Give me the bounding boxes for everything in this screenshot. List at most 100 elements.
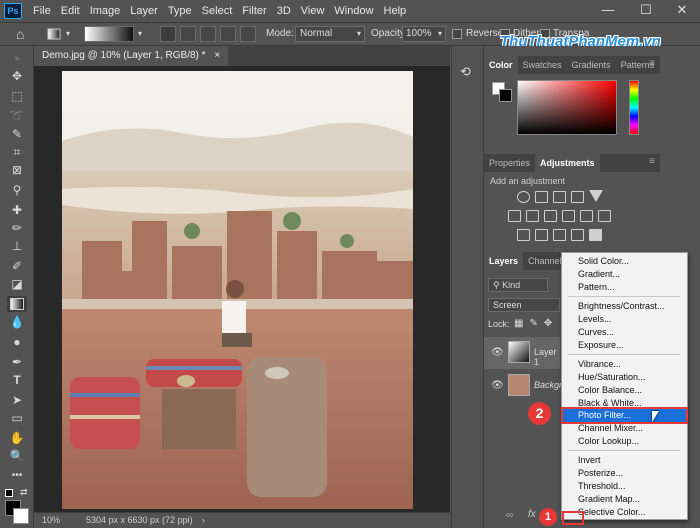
swap-colors-icon[interactable]: ⇄ [20,487,28,498]
reverse-checkbox[interactable] [452,29,462,39]
menu-item-color-lookup[interactable]: Color Lookup... [563,435,686,448]
document-photo[interactable] [62,71,413,509]
black-white-icon[interactable] [544,210,557,222]
canvas-area[interactable] [34,66,450,512]
brush-tool-icon[interactable]: ✏ [7,220,27,236]
menu-file[interactable]: File [28,0,56,22]
menu-view[interactable]: View [296,0,330,22]
menu-edit[interactable]: Edit [56,0,85,22]
radial-gradient-icon[interactable] [180,26,196,42]
menu-item-black-white[interactable]: Black & White... [563,397,686,410]
selective-color-icon[interactable] [589,229,602,241]
home-icon[interactable]: ⌂ [16,23,24,45]
menu-window[interactable]: Window [329,0,378,22]
tab-swatches[interactable]: Swatches [518,56,567,74]
menu-item-invert[interactable]: Invert [563,454,686,467]
chevron-down-icon[interactable]: ▾ [66,23,70,45]
menu-item-posterize[interactable]: Posterize... [563,467,686,480]
menu-item-channel-mixer[interactable]: Channel Mixer... [563,422,686,435]
default-colors-icon[interactable] [5,489,13,497]
photo-filter-icon[interactable] [562,210,575,222]
color-balance-icon[interactable] [526,210,539,222]
quick-select-tool-icon[interactable]: ✎ [7,126,27,142]
layer-filter-select[interactable]: ⚲ Kind [488,278,548,292]
menu-item-solid-color[interactable]: Solid Color... [563,255,686,268]
mode-select[interactable]: Normal ▾ [295,26,365,42]
color-field[interactable] [517,80,617,135]
blend-mode-select[interactable]: Screen [488,298,560,312]
lasso-tool-icon[interactable]: ➰ [7,108,27,124]
crop-tool-icon[interactable]: ⌗ [7,144,27,160]
zoom-tool-icon[interactable]: 🔍 [7,448,27,464]
history-panel-icon[interactable]: ⟲ [460,64,471,80]
gradient-map-icon[interactable] [571,229,584,241]
frame-tool-icon[interactable]: ⊠ [7,162,27,178]
gradient-tool-icon[interactable] [47,23,61,45]
brightness-adjustment-icon[interactable] [517,191,530,203]
maximize-button[interactable]: ☐ [628,0,664,22]
color-panel-menu-icon[interactable]: ≡ [649,58,655,69]
menu-item-curves[interactable]: Curves... [563,326,686,339]
background-swatch[interactable] [499,89,512,102]
eye-icon[interactable]: 👁 [491,347,504,358]
link-icon[interactable]: ∞ [506,510,513,521]
tab-gradients[interactable]: Gradients [567,56,616,74]
menu-item-brightness-contrast[interactable]: Brightness/Contrast... [563,300,686,313]
menu-help[interactable]: Help [379,0,412,22]
eraser-tool-icon[interactable]: ◪ [7,276,27,292]
reflected-gradient-icon[interactable] [220,26,236,42]
lock-icons[interactable]: ▦✎✥ [514,318,558,329]
hue-saturation-icon[interactable] [508,210,521,222]
curves-adjustment-icon[interactable] [553,191,566,203]
threshold-icon[interactable] [553,229,566,241]
menu-item-vibrance[interactable]: Vibrance... [563,358,686,371]
menu-item-gradient[interactable]: Gradient... [563,268,686,281]
menu-item-threshold[interactable]: Threshold... [563,480,686,493]
invert-icon[interactable] [517,229,530,241]
menu-item-hue-saturation[interactable]: Hue/Saturation... [563,371,686,384]
eye-icon[interactable]: 👁 [491,380,504,391]
gradient-picker-chevron-icon[interactable]: ▾ [138,23,142,45]
minimize-button[interactable]: — [590,0,626,22]
history-brush-icon[interactable]: ✐ [7,258,27,274]
status-menu-icon[interactable]: › [202,513,205,528]
close-button[interactable]: ✕ [664,0,700,22]
fx-icon[interactable]: fx [528,509,536,520]
marquee-tool-icon[interactable]: ⬚ [7,88,27,104]
angle-gradient-icon[interactable] [200,26,216,42]
rectangle-tool-icon[interactable]: ▭ [7,410,27,426]
eyedropper-tool-icon[interactable]: ⚲ [7,182,27,198]
menu-item-levels[interactable]: Levels... [563,313,686,326]
menu-item-photo-filter[interactable]: Photo Filter... [561,407,688,424]
more-tools-icon[interactable]: ••• [7,468,27,484]
menu-3d[interactable]: 3D [272,0,296,22]
diamond-gradient-icon[interactable] [240,26,256,42]
adjustments-panel-menu-icon[interactable]: ≡ [649,156,655,167]
tab-properties[interactable]: Properties [484,154,535,172]
menu-item-pattern[interactable]: Pattern... [563,281,686,294]
layer-row-layer-1[interactable]: 👁 Layer 1 [484,337,560,369]
menu-image[interactable]: Image [85,0,126,22]
dodge-tool-icon[interactable]: ● [7,334,27,350]
channel-mixer-icon[interactable] [580,210,593,222]
vibrance-adjustment-icon[interactable] [589,190,603,202]
document-tab[interactable]: Demo.jpg @ 10% (Layer 1, RGB/8) * × [34,46,229,66]
exposure-adjustment-icon[interactable] [571,191,584,203]
blur-tool-icon[interactable]: 💧 [7,314,27,330]
tab-color[interactable]: Color [484,56,518,74]
background-color-swatch[interactable] [13,508,29,524]
menu-item-exposure[interactable]: Exposure... [563,339,686,352]
clone-stamp-icon[interactable]: ⊥ [7,238,27,254]
levels-adjustment-icon[interactable] [535,191,548,203]
pen-tool-icon[interactable]: ✒ [7,354,27,370]
layer-row-background[interactable]: 👁 Backgro [484,370,567,402]
close-tab-icon[interactable]: × [214,50,220,61]
path-select-icon[interactable]: ➤ [7,392,27,408]
hue-slider[interactable] [629,80,639,135]
menu-select[interactable]: Select [197,0,238,22]
tab-adjustments[interactable]: Adjustments [535,154,600,172]
opacity-input[interactable]: 100% ▾ [402,26,446,42]
menu-type[interactable]: Type [163,0,197,22]
posterize-icon[interactable] [535,229,548,241]
zoom-level[interactable]: 10% [42,513,60,528]
